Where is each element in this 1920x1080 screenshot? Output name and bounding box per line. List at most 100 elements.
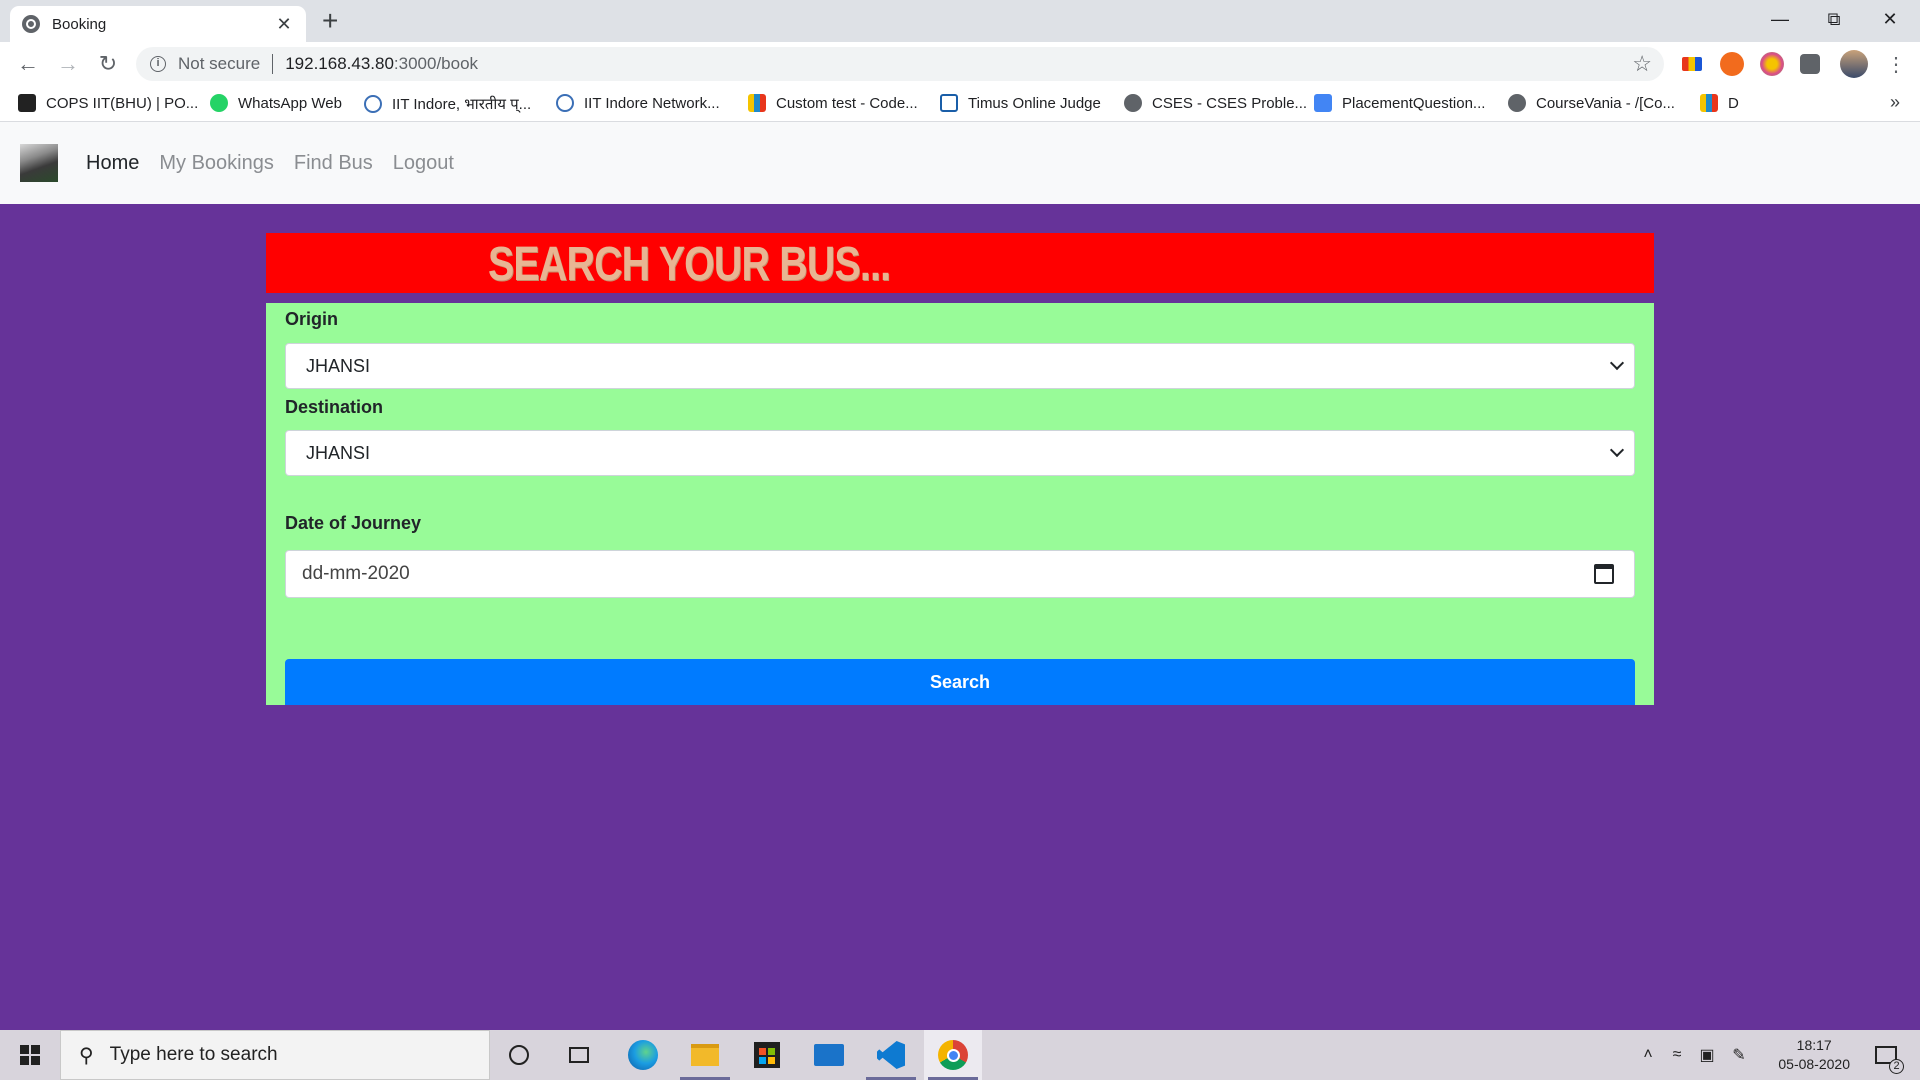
taskbar-clock[interactable]: 18:17 05-08-2020 bbox=[1778, 1036, 1850, 1074]
bookmark-item[interactable]: COPS IIT(BHU) | PO... bbox=[18, 94, 198, 112]
date-label: Date of Journey bbox=[285, 513, 422, 533]
bookmark-label: WhatsApp Web bbox=[238, 94, 342, 112]
docs-icon bbox=[1314, 94, 1332, 112]
bookmark-item[interactable]: Custom test - Code... bbox=[748, 94, 918, 112]
window-close-icon[interactable]: ✕ bbox=[1862, 0, 1918, 40]
bookmark-label: CSES - CSES Proble... bbox=[1152, 94, 1308, 112]
clock-date: 05-08-2020 bbox=[1778, 1056, 1850, 1072]
bookmark-favicon-icon bbox=[18, 94, 36, 112]
task-view-icon[interactable] bbox=[550, 1030, 608, 1080]
chevron-down-icon bbox=[1609, 355, 1625, 371]
new-tab-button[interactable]: + bbox=[322, 6, 338, 36]
file-explorer-icon[interactable] bbox=[676, 1030, 734, 1080]
destination-label: Destination bbox=[285, 397, 384, 417]
bookmarks-overflow-icon[interactable]: » bbox=[1890, 92, 1900, 113]
bookmark-item[interactable]: Timus Online Judge bbox=[940, 94, 1101, 112]
browser-tab[interactable]: Booking ✕ bbox=[10, 6, 306, 42]
pen-icon[interactable]: ✎ bbox=[1726, 1030, 1752, 1080]
wifi-icon[interactable]: ≈ bbox=[1664, 1030, 1690, 1080]
cortana-icon[interactable] bbox=[490, 1030, 548, 1080]
origin-select[interactable]: JHANSI bbox=[285, 343, 1635, 389]
browser-toolbar: ← → ↻ i Not secure 192.168.43.80:3000/bo… bbox=[0, 42, 1920, 86]
search-banner: SEARCH YOUR BUS... bbox=[266, 233, 1654, 293]
minimize-icon[interactable]: — bbox=[1752, 0, 1808, 40]
bookmarks-bar: COPS IIT(BHU) | PO... WhatsApp Web IIT I… bbox=[0, 86, 1920, 122]
globe-icon bbox=[22, 15, 40, 33]
start-button[interactable] bbox=[0, 1030, 60, 1080]
timus-icon bbox=[940, 94, 958, 112]
back-icon[interactable]: ← bbox=[14, 50, 42, 78]
bookmark-item[interactable]: PlacementQuestion... bbox=[1314, 94, 1485, 112]
puzzle-icon[interactable] bbox=[1800, 54, 1820, 74]
extension-icon[interactable] bbox=[1720, 52, 1744, 76]
banner-title: SEARCH YOUR BUS... bbox=[488, 238, 891, 291]
bookmark-item[interactable]: CourseVania - /[Co... bbox=[1508, 94, 1675, 112]
bookmark-label: CourseVania - /[Co... bbox=[1536, 94, 1675, 112]
bookmark-label: IIT Indore, भारतीय प्... bbox=[392, 96, 532, 113]
chevron-down-icon bbox=[1609, 442, 1625, 458]
divider bbox=[272, 54, 274, 74]
url-text[interactable]: 192.168.43.80:3000/book bbox=[285, 54, 478, 74]
bookmark-label: COPS IIT(BHU) | PO... bbox=[46, 94, 199, 112]
bookmark-item[interactable]: IIT Indore Network... bbox=[556, 94, 720, 112]
chrome-icon[interactable] bbox=[924, 1030, 982, 1080]
nav-my-bookings[interactable]: My Bookings bbox=[159, 152, 274, 175]
bookmark-label: D bbox=[1728, 94, 1739, 112]
mail-icon[interactable] bbox=[800, 1030, 858, 1080]
search-form: Origin JHANSI Destination JHANSI Date of… bbox=[266, 303, 1654, 705]
forward-icon[interactable]: → bbox=[54, 50, 82, 78]
edge-icon[interactable] bbox=[614, 1030, 672, 1080]
url-host: 192.168.43.80 bbox=[285, 54, 394, 73]
bookmark-item[interactable]: WhatsApp Web bbox=[210, 94, 342, 112]
whatsapp-icon bbox=[210, 94, 228, 112]
store-icon[interactable] bbox=[738, 1030, 796, 1080]
menu-kebab-icon[interactable]: ⋮ bbox=[1884, 52, 1908, 76]
address-bar[interactable]: i Not secure 192.168.43.80:3000/book ☆ bbox=[136, 47, 1664, 81]
bookmark-label: Custom test - Code... bbox=[776, 94, 918, 112]
globe-icon bbox=[1124, 94, 1142, 112]
windows-taskbar: ⚲ Type here to search ˄ ≈ ▣ ✎ 18:17 05-0… bbox=[0, 1030, 1920, 1080]
battery-icon[interactable]: ▣ bbox=[1694, 1030, 1720, 1080]
tab-close-button[interactable]: ✕ bbox=[274, 14, 294, 35]
brand-logo[interactable] bbox=[20, 144, 58, 182]
not-secure-label: Not secure bbox=[178, 54, 261, 73]
taskbar-search-placeholder: Type here to search bbox=[109, 1044, 278, 1065]
search-panel: SEARCH YOUR BUS... Origin JHANSI Destina… bbox=[266, 233, 1654, 705]
date-of-journey-input[interactable]: dd-mm-2020 bbox=[285, 550, 1635, 598]
clock-time: 18:17 bbox=[1796, 1037, 1832, 1053]
site-navbar: Home My Bookings Find Bus Logout bbox=[0, 122, 1920, 204]
bookmark-item[interactable]: IIT Indore, भारतीय प्... bbox=[364, 94, 531, 114]
date-value: dd-mm-2020 bbox=[302, 563, 410, 584]
avatar[interactable] bbox=[1840, 50, 1868, 78]
info-icon[interactable]: i bbox=[150, 56, 166, 72]
browser-tab-strip: Booking ✕ + — ⧉ ✕ bbox=[0, 0, 1920, 42]
tray-chevron-up-icon[interactable]: ˄ bbox=[1636, 1030, 1660, 1080]
bookmark-item[interactable]: CSES - CSES Proble... bbox=[1124, 94, 1307, 112]
nav-logout[interactable]: Logout bbox=[393, 152, 454, 175]
bookmark-label: IIT Indore Network... bbox=[584, 94, 720, 112]
nav-home[interactable]: Home bbox=[86, 152, 139, 175]
iit-indore-icon bbox=[364, 95, 382, 113]
origin-selected-value: JHANSI bbox=[306, 355, 371, 376]
reload-icon[interactable]: ↻ bbox=[94, 50, 122, 78]
search-icon: ⚲ bbox=[79, 1044, 94, 1067]
taskbar-search-box[interactable]: ⚲ Type here to search bbox=[60, 1030, 490, 1080]
bookmark-label: PlacementQuestion... bbox=[1342, 94, 1486, 112]
bookmark-label: Timus Online Judge bbox=[968, 94, 1101, 112]
destination-select[interactable]: JHANSI bbox=[285, 430, 1635, 476]
notification-center-icon[interactable]: 2 bbox=[1864, 1030, 1908, 1080]
calendar-icon[interactable] bbox=[1594, 564, 1614, 584]
nav-find-bus[interactable]: Find Bus bbox=[294, 152, 373, 175]
search-button[interactable]: Search bbox=[285, 659, 1635, 705]
bookmark-star-icon[interactable]: ☆ bbox=[1632, 51, 1652, 77]
iit-indore-icon bbox=[556, 94, 574, 112]
extension-icon[interactable] bbox=[1682, 57, 1702, 71]
url-path: :3000/book bbox=[393, 54, 479, 73]
restore-icon[interactable]: ⧉ bbox=[1806, 0, 1862, 40]
origin-label: Origin bbox=[285, 309, 338, 329]
globe-icon bbox=[1508, 94, 1526, 112]
extension-icon[interactable] bbox=[1760, 52, 1784, 76]
notification-count: 2 bbox=[1889, 1059, 1904, 1074]
bookmark-item[interactable]: D bbox=[1700, 94, 1739, 112]
vscode-icon[interactable] bbox=[862, 1030, 920, 1080]
